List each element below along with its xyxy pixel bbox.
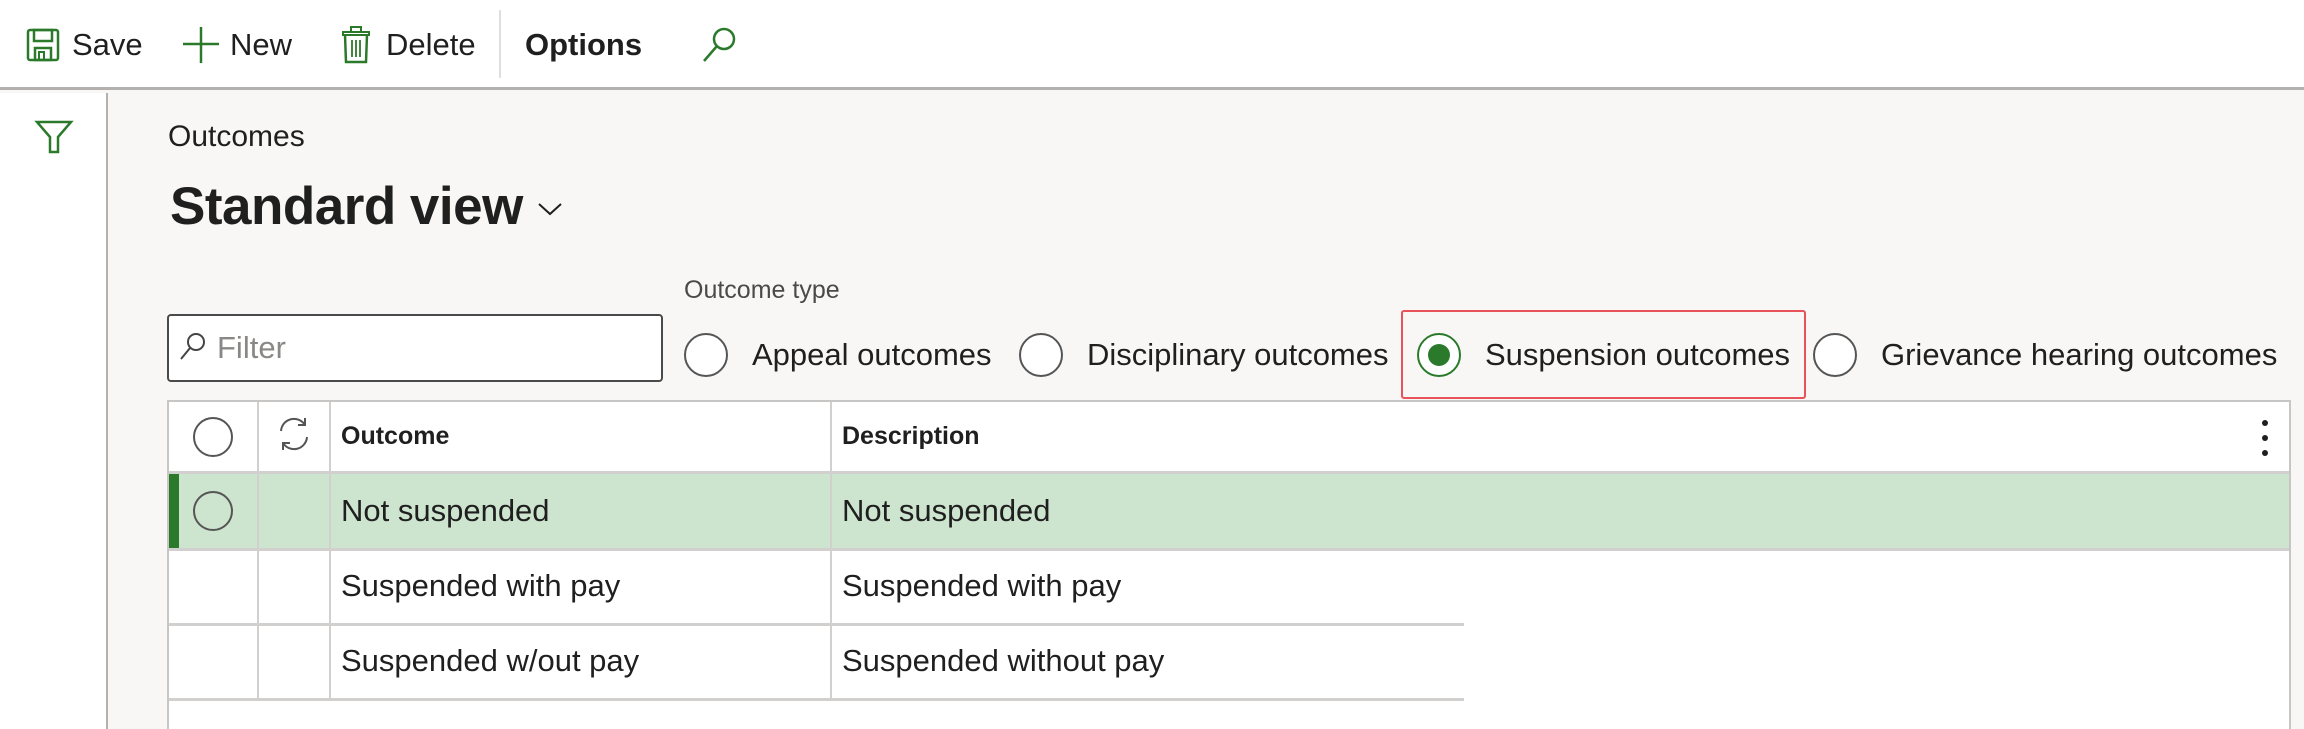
radio-label: Appeal outcomes xyxy=(752,337,992,372)
table-row[interactable]: Not suspended Not suspended xyxy=(169,474,2289,551)
new-button[interactable]: New xyxy=(182,20,292,70)
outcome-value: Not suspended xyxy=(341,493,550,528)
radio-disciplinary-outcomes[interactable]: Disciplinary outcomes xyxy=(1019,330,1389,380)
delete-button[interactable]: Delete xyxy=(340,20,476,70)
select-all-cell xyxy=(169,402,259,471)
view-title: Standard view xyxy=(170,177,523,236)
chevron-down-icon xyxy=(523,191,563,222)
radio-label: Disciplinary outcomes xyxy=(1087,337,1389,372)
delete-label: Delete xyxy=(386,27,476,62)
radio-suspension-outcomes[interactable]: Suspension outcomes xyxy=(1417,330,1790,380)
radio-circle[interactable] xyxy=(1019,333,1063,377)
outcomes-grid: Outcome Description Not suspended Not su… xyxy=(167,400,2291,729)
description-value: Suspended with pay xyxy=(842,568,1122,603)
table-row[interactable]: Suspended w/out pay Suspended without pa… xyxy=(169,624,1464,701)
column-header-outcome[interactable]: Outcome xyxy=(331,402,832,471)
column-header-label: Outcome xyxy=(341,422,450,450)
row-status-cell xyxy=(259,624,331,698)
description-value: Not suspended xyxy=(842,493,1051,528)
row-select-cell[interactable] xyxy=(169,624,259,698)
options-tab[interactable]: Options xyxy=(525,20,642,70)
table-row[interactable]: Suspended with pay Suspended with pay xyxy=(169,549,1464,626)
search-icon xyxy=(700,26,738,64)
radio-circle-checked[interactable] xyxy=(1417,333,1461,377)
grid-header-row: Outcome Description xyxy=(169,402,2289,474)
row-checkbox[interactable] xyxy=(193,491,233,531)
left-nav-pane xyxy=(0,93,108,729)
outcome-cell[interactable]: Suspended with pay xyxy=(331,549,832,623)
search-icon xyxy=(169,331,207,366)
outcome-type-label: Outcome type xyxy=(684,276,840,304)
more-options-icon[interactable] xyxy=(2255,418,2275,458)
plus-icon xyxy=(182,26,220,64)
row-status-cell xyxy=(259,549,331,623)
radio-circle[interactable] xyxy=(1813,333,1857,377)
column-header-description[interactable]: Description xyxy=(832,402,2287,471)
row-divider xyxy=(169,698,1464,701)
outcome-value: Suspended w/out pay xyxy=(341,643,640,678)
search-button[interactable] xyxy=(700,20,738,70)
outcome-cell[interactable]: Not suspended xyxy=(331,474,832,548)
row-status-cell xyxy=(259,474,331,548)
page-caption: Outcomes xyxy=(168,120,305,153)
column-header-label: Description xyxy=(842,422,980,450)
filter-field[interactable] xyxy=(167,314,663,382)
radio-label: Grievance hearing outcomes xyxy=(1881,337,2278,372)
description-cell[interactable]: Suspended with pay xyxy=(832,549,1464,623)
filter-input[interactable] xyxy=(217,330,637,366)
outcome-cell[interactable]: Suspended w/out pay xyxy=(331,624,832,698)
row-select-cell xyxy=(169,474,259,548)
filter-pane-button[interactable] xyxy=(34,117,74,157)
row-select-cell[interactable] xyxy=(169,549,259,623)
save-icon xyxy=(26,28,60,62)
options-label: Options xyxy=(525,27,643,62)
description-value: Suspended without pay xyxy=(842,643,1165,678)
save-button[interactable]: Save xyxy=(26,20,143,70)
radio-appeal-outcomes[interactable]: Appeal outcomes xyxy=(684,330,992,380)
new-label: New xyxy=(230,27,293,62)
save-label: Save xyxy=(72,27,143,62)
radio-grievance-hearing-outcomes[interactable]: Grievance hearing outcomes xyxy=(1813,330,2277,380)
description-cell[interactable]: Not suspended xyxy=(832,474,2287,548)
radio-label: Suspension outcomes xyxy=(1485,337,1791,372)
outcome-value: Suspended with pay xyxy=(341,568,621,603)
refresh-cell xyxy=(259,402,331,471)
trash-icon xyxy=(340,26,372,64)
view-selector[interactable]: Standard view xyxy=(170,176,563,237)
action-pane: Save New Delete Options xyxy=(0,0,2304,90)
radio-circle[interactable] xyxy=(684,333,728,377)
select-all-checkbox[interactable] xyxy=(193,416,233,457)
toolbar-divider xyxy=(499,10,501,78)
refresh-icon[interactable] xyxy=(275,415,313,458)
description-cell[interactable]: Suspended without pay xyxy=(832,624,1464,698)
filter-icon xyxy=(34,120,74,161)
